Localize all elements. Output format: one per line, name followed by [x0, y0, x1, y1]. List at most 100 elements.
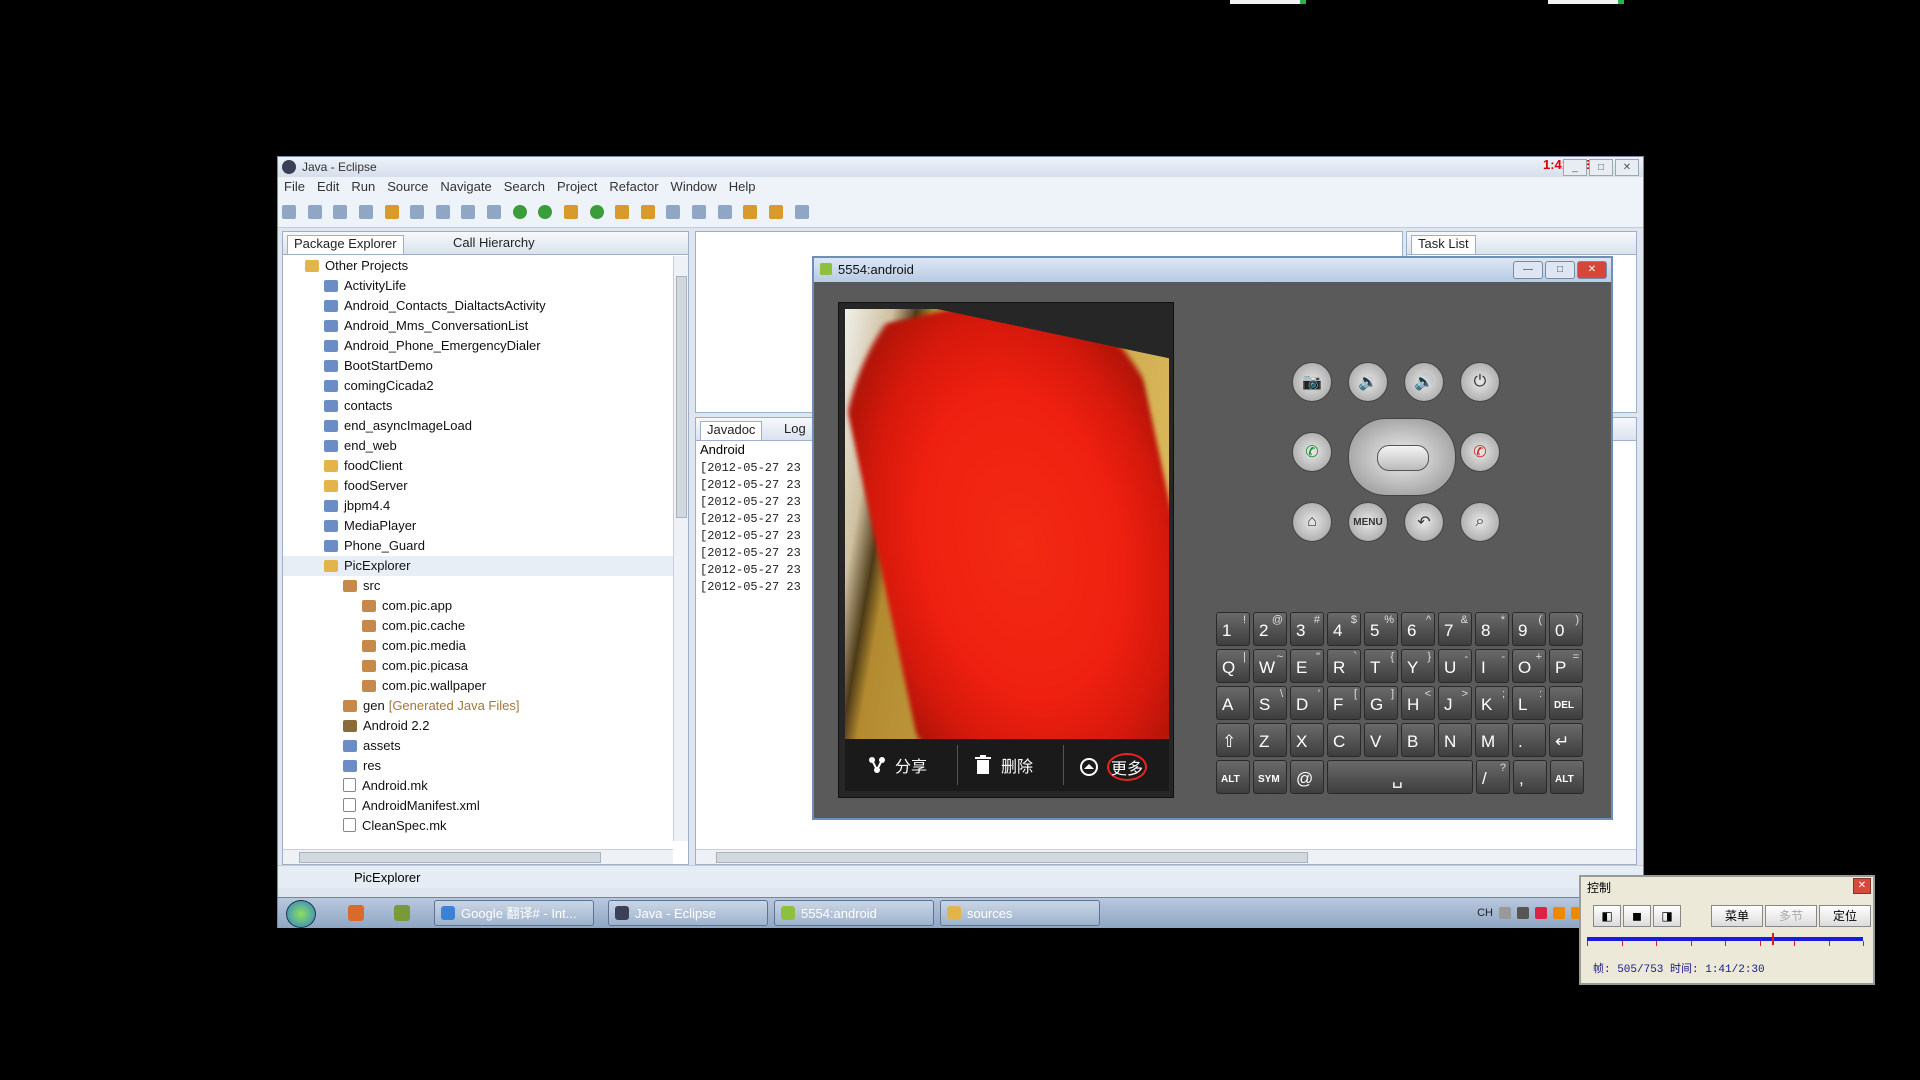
key-0[interactable]: 0): [1549, 612, 1583, 646]
tree-item[interactable]: foodClient: [283, 456, 673, 476]
back-button[interactable]: ↶: [1404, 502, 1444, 542]
taskbar-button[interactable]: sources: [940, 900, 1100, 926]
tree-item[interactable]: com.pic.app: [283, 596, 673, 616]
new-android-project-icon[interactable]: [435, 205, 450, 219]
tree-item[interactable]: end_asyncImageLoad: [283, 416, 673, 436]
tab-log[interactable]: Log: [784, 421, 806, 436]
menu-window[interactable]: Window: [665, 177, 723, 196]
tree-item[interactable]: gen [Generated Java Files]: [283, 696, 673, 716]
more-button[interactable]: 更多: [1079, 753, 1148, 781]
tab-javadoc[interactable]: Javadoc: [700, 421, 763, 440]
show-hidden-icons[interactable]: [1517, 907, 1529, 919]
call-button[interactable]: ✆: [1292, 432, 1332, 472]
key-h[interactable]: H <: [1401, 686, 1435, 720]
open-file-icon[interactable]: [640, 205, 655, 219]
run-icon[interactable]: [512, 205, 527, 219]
playback-position-marker[interactable]: [1772, 933, 1775, 945]
key-5[interactable]: 5%: [1364, 612, 1398, 646]
refresh-icon[interactable]: [589, 205, 604, 219]
emulator-minimize-button[interactable]: —: [1513, 261, 1543, 279]
key-r[interactable]: R `: [1327, 649, 1361, 683]
key-⇧[interactable]: ⇧: [1216, 723, 1250, 757]
new-icon[interactable]: [282, 205, 296, 219]
key-p[interactable]: P =: [1549, 649, 1583, 683]
key-3[interactable]: 3 #: [1290, 612, 1324, 646]
tree-item[interactable]: CleanSpec.mk: [283, 816, 673, 836]
key-l[interactable]: L:: [1512, 686, 1546, 720]
tree-item[interactable]: src: [283, 576, 673, 596]
tree-item[interactable]: comingCicada2: [283, 376, 673, 396]
taskbar-button[interactable]: Java - Eclipse: [608, 900, 768, 926]
search-button[interactable]: ⌕: [1460, 502, 1500, 542]
key-n[interactable]: N: [1438, 723, 1472, 757]
tree-item[interactable]: res: [283, 756, 673, 776]
home-button[interactable]: ⌂: [1292, 502, 1332, 542]
last-edit-icon[interactable]: [743, 205, 758, 219]
menu-help[interactable]: Help: [723, 177, 762, 196]
tab-package-explorer[interactable]: Package Explorer: [287, 235, 404, 254]
frame-back-button[interactable]: ◧: [1593, 905, 1621, 927]
power-button[interactable]: ⏻: [1460, 362, 1500, 402]
menu-edit[interactable]: Edit: [311, 177, 345, 196]
taskbar-button[interactable]: Google 翻译# - Int...: [434, 900, 594, 926]
emulator-maximize-button[interactable]: □: [1545, 261, 1575, 279]
tree-vertical-scrollbar[interactable]: [673, 256, 688, 841]
tab-call-hierarchy[interactable]: Call Hierarchy: [453, 235, 535, 250]
share-button[interactable]: 分享: [867, 753, 927, 777]
dpad[interactable]: [1348, 418, 1456, 496]
frame-forward-button[interactable]: ◨: [1653, 905, 1681, 927]
key-c[interactable]: C: [1327, 723, 1361, 757]
prev-annotation-icon[interactable]: [717, 205, 732, 219]
search-icon[interactable]: [666, 205, 681, 219]
taskbar-button[interactable]: 5554:android: [774, 900, 934, 926]
key-f[interactable]: F[: [1327, 686, 1361, 720]
key-v[interactable]: V: [1364, 723, 1398, 757]
quick-launch-app-icon[interactable]: [348, 905, 364, 921]
key-space[interactable]: ␣: [1327, 760, 1473, 794]
locate-button[interactable]: 定位: [1819, 905, 1871, 927]
multi-section-button[interactable]: 多节: [1765, 905, 1817, 927]
tree-item[interactable]: Android_Phone_EmergencyDialer: [283, 336, 673, 356]
key-sym[interactable]: SYM: [1253, 760, 1287, 794]
menu-button[interactable]: MENU: [1348, 502, 1388, 542]
open-folder-icon[interactable]: [615, 205, 630, 219]
frame-stop-button[interactable]: ◼: [1623, 905, 1651, 927]
tree-item[interactable]: com.pic.wallpaper: [283, 676, 673, 696]
key-/[interactable]: /?: [1476, 760, 1510, 794]
new-class-icon[interactable]: [563, 205, 578, 219]
start-button[interactable]: [286, 900, 316, 928]
print-icon[interactable]: [358, 205, 373, 219]
key-2[interactable]: 2 @: [1253, 612, 1287, 646]
key-1[interactable]: 1!: [1216, 612, 1250, 646]
photo-view[interactable]: [845, 309, 1169, 739]
external-tools-icon[interactable]: [538, 205, 553, 219]
save-all-icon[interactable]: [333, 205, 348, 219]
key-s[interactable]: S \: [1253, 686, 1287, 720]
tree-item[interactable]: Android 2.2: [283, 716, 673, 736]
device-screen[interactable]: 分享 删除 更多: [838, 302, 1174, 798]
android-sdk-icon[interactable]: [384, 205, 399, 219]
tree-item[interactable]: foodServer: [283, 476, 673, 496]
tree-item[interactable]: com.pic.picasa: [283, 656, 673, 676]
menu-project[interactable]: Project: [551, 177, 603, 196]
key-del[interactable]: DEL: [1549, 686, 1583, 720]
key-g[interactable]: G]: [1364, 686, 1398, 720]
key-d[interactable]: D ': [1290, 686, 1324, 720]
key-t[interactable]: T{: [1364, 649, 1398, 683]
quick-launch-tool-icon[interactable]: [394, 905, 410, 921]
key-z[interactable]: Z: [1253, 723, 1287, 757]
key-alt[interactable]: ALT: [1550, 760, 1584, 794]
tree-item[interactable]: end_web: [283, 436, 673, 456]
key-9[interactable]: 9(: [1512, 612, 1546, 646]
tree-item[interactable]: MediaPlayer: [283, 516, 673, 536]
key-8[interactable]: 8 *: [1475, 612, 1509, 646]
menu-button-control[interactable]: 菜单: [1711, 905, 1763, 927]
tree-item[interactable]: Android_Contacts_DialtactsActivity: [283, 296, 673, 316]
menu-run[interactable]: Run: [345, 177, 381, 196]
forward-icon[interactable]: [794, 205, 809, 219]
next-annotation-icon[interactable]: [692, 205, 706, 219]
key-o[interactable]: O +: [1512, 649, 1546, 683]
tree-item[interactable]: com.pic.media: [283, 636, 673, 656]
tree-item[interactable]: Android.mk: [283, 776, 673, 796]
key-q[interactable]: Q |: [1216, 649, 1250, 683]
